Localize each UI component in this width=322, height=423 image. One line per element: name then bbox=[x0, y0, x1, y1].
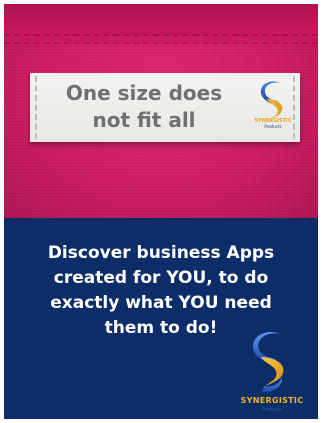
brand-name: SYNERGISTIC bbox=[240, 396, 304, 405]
label-stitch-left bbox=[35, 76, 37, 139]
synergistic-logo-icon bbox=[252, 332, 284, 393]
label-text-line-2: not fit all bbox=[92, 108, 196, 132]
label-stitch-right bbox=[293, 76, 295, 139]
headline-line-2: created for YOU, to do bbox=[53, 268, 269, 288]
headline: Discover business Apps created for YOU, … bbox=[18, 241, 304, 341]
headline-line-1: Discover business Apps bbox=[47, 243, 275, 263]
headline-line-3: exactly what YOU need bbox=[50, 293, 272, 313]
message-panel: Discover business Apps created for YOU, … bbox=[4, 218, 318, 419]
collar-stitching bbox=[4, 42, 318, 44]
brand-tagline: Products bbox=[261, 407, 283, 413]
label-text-line-1: One size does bbox=[65, 81, 223, 105]
label-brand-tagline: Products bbox=[264, 124, 282, 129]
fabric-photo: One size does not fit all SYNERGISTIC Pr… bbox=[4, 4, 318, 218]
clothing-label: One size does not fit all SYNERGISTIC Pr… bbox=[30, 73, 300, 142]
promo-graphic: One size does not fit all SYNERGISTIC Pr… bbox=[4, 4, 318, 419]
